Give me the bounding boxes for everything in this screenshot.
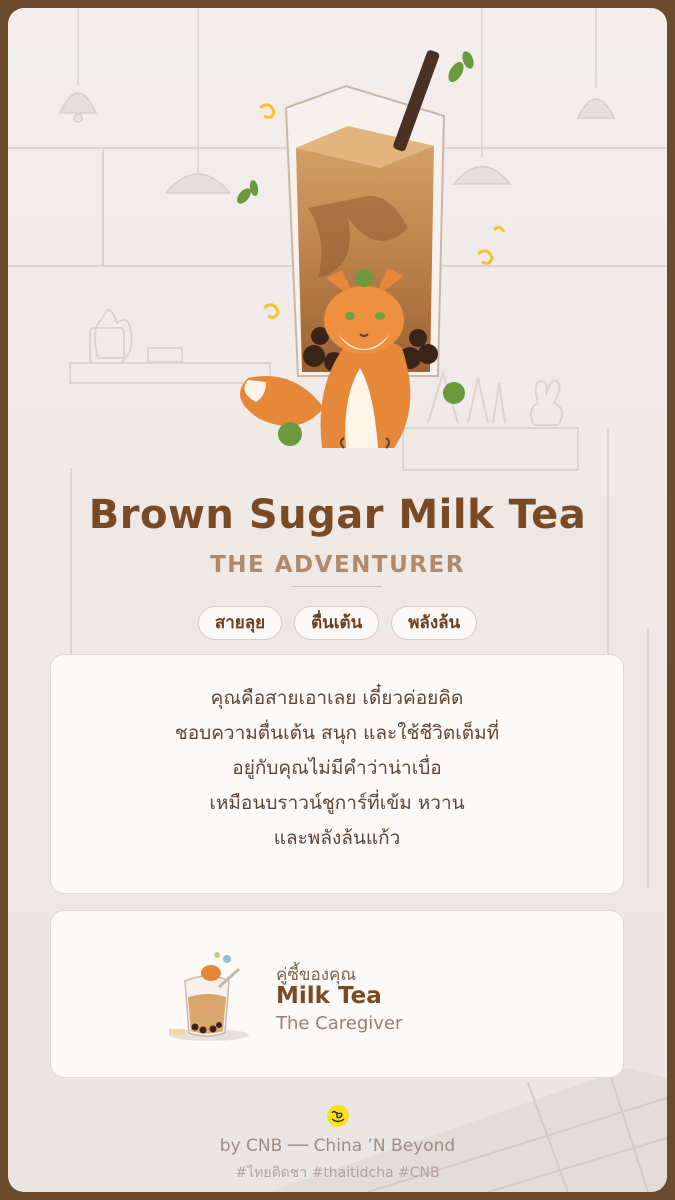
trait-tags: สายลุย ตื่นเต้น พลังล้น [8, 606, 667, 640]
description-line: ชอบความตื่นเต้น สนุก และใช้ชีวิตเต็มที่ [174, 722, 500, 744]
description-line: และพลังล้นแก้ว [273, 827, 401, 849]
description-line: คุณคือสายเอาเลย เดี๋ยวค่อยคิด [210, 687, 464, 709]
description-line: อยู่กับคุณไม่มีคำว่าน่าเบื่อ [232, 757, 442, 779]
trait-tag: พลังล้น [391, 606, 478, 640]
cnb-smiley-logo-icon [327, 1105, 349, 1127]
result-card: Brown Sugar Milk Tea THE ADVENTURER สายล… [8, 8, 667, 1192]
trait-tag: สายลุย [197, 606, 283, 640]
description-line: เหมือนบราวน์ชูการ์ที่เข้ม หวาน [209, 792, 465, 814]
partner-box: คู่ซี้ของคุณ Milk Tea The Caregiver [50, 910, 624, 1078]
byline: by CNB ── China ’N Beyond [219, 1136, 456, 1156]
trait-tag: ตื่นเต้น [294, 606, 380, 640]
brown-sugar-milk-tea-illustration [237, 50, 506, 449]
hashtags: #ไทยติดชา #thaitidcha #CNB [235, 1165, 440, 1181]
partner-name: Milk Tea [276, 983, 382, 1009]
title-divider [292, 586, 382, 587]
personality-subtitle: THE ADVENTURER [210, 552, 465, 578]
partner-role: The Caregiver [276, 1013, 403, 1034]
description-box: คุณคือสายเอาเลย เดี๋ยวค่อยคิด ชอบความตื่… [50, 654, 624, 894]
drink-title: Brown Sugar Milk Tea [88, 492, 587, 538]
milk-tea-partner-image [169, 952, 249, 1041]
